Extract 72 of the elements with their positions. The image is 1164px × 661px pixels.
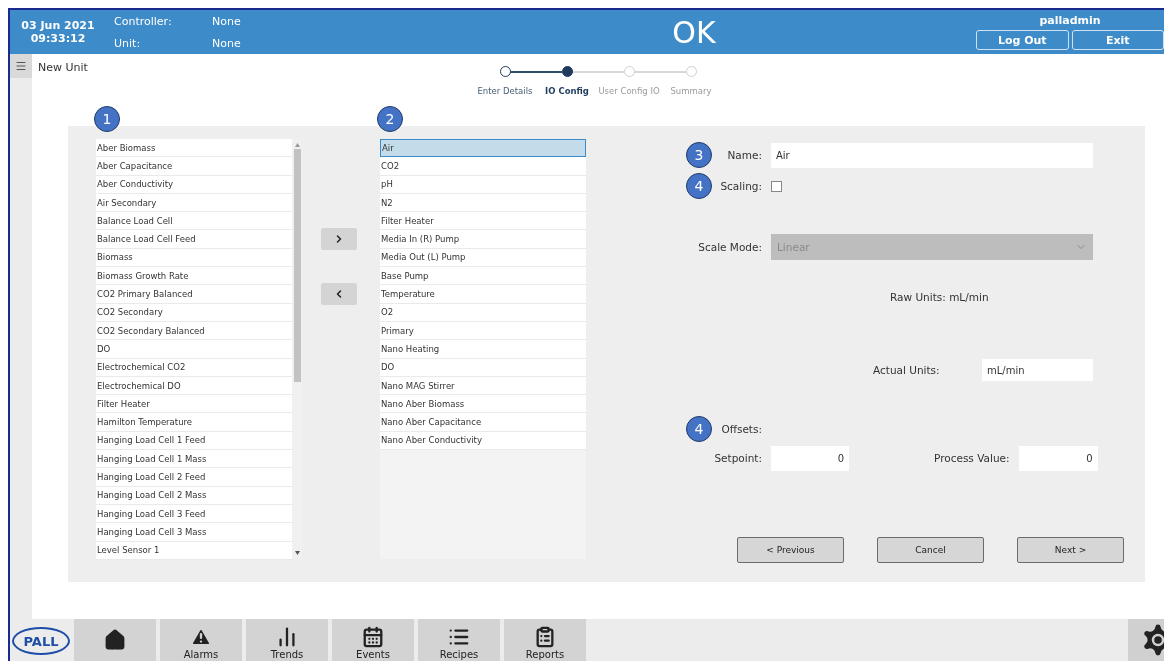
calendar-icon [362,626,384,648]
scroll-up-icon[interactable] [294,143,300,147]
next-button[interactable]: Next > [1017,537,1124,563]
step-badge: 4 [686,416,712,442]
list-item[interactable]: Biomass Growth Rate [96,267,292,286]
list-icon [448,626,470,648]
list-item[interactable]: Media In (R) Pump [380,230,586,249]
menu-icon [15,60,27,72]
nav-button[interactable]: Recipes [418,619,500,661]
list-item[interactable]: DO [96,340,292,359]
unit-value: None [212,36,242,50]
nav-button[interactable]: Reports [504,619,586,661]
step-label[interactable]: Enter Details [477,86,533,96]
setpoint-label: Setpoint: [714,452,762,464]
step-badge: 4 [686,173,712,199]
step-label[interactable]: IO Config [545,86,589,96]
list-item[interactable]: Nano Aber Biomass [380,395,586,414]
nav-button[interactable] [74,619,156,661]
list-item[interactable]: Balance Load Cell [96,212,292,231]
list-item[interactable]: Nano Aber Capacitance [380,413,586,432]
offsets-label: Offsets: [721,423,762,435]
settings-button[interactable] [1128,619,1164,661]
list-item[interactable]: CO2 [380,157,586,176]
unit-label: Unit: [114,36,142,50]
time: 09:33:12 [30,32,86,45]
list-item[interactable]: Hanging Load Cell 1 Mass [96,450,292,469]
menu-button[interactable] [10,54,32,78]
list-item[interactable]: Air [380,139,586,158]
list-item[interactable]: Nano Heating [380,340,586,359]
date: 03 Jun 2021 [21,19,95,32]
status-text: OK [672,14,716,50]
bar-chart-icon [276,626,298,648]
step-badge: 2 [377,106,403,132]
name-field[interactable]: Air [771,142,1093,168]
name-label: Name: [727,149,762,161]
cancel-button[interactable]: Cancel [877,537,984,563]
controller-value: None [212,14,242,28]
logo: PALL [12,627,70,655]
user-name: palladmin [1039,14,1101,27]
previous-button[interactable]: < Previous [737,537,844,563]
list-item[interactable]: Hanging Load Cell 3 Mass [96,523,292,542]
list-item[interactable]: Base Pump [380,267,586,286]
process-value-label: Process Value: [934,452,1010,464]
clipboard-icon [534,626,556,648]
setpoint-field[interactable]: 0 [771,445,849,471]
step-badge: 1 [94,106,120,132]
home-icon [104,628,126,651]
scale-mode-label: Scale Mode: [698,241,762,253]
list-item[interactable]: Filter Heater [380,212,586,231]
list-item[interactable]: Filter Heater [96,395,292,414]
list-item[interactable]: Hanging Load Cell 2 Feed [96,468,292,487]
list-item[interactable]: Hamilton Temperature [96,413,292,432]
step-badge: 3 [686,142,712,168]
scaling-label: Scaling: [720,180,762,192]
list-item[interactable]: Balance Load Cell Feed [96,230,292,249]
list-item[interactable]: Aber Capacitance [96,157,292,176]
process-value-field[interactable]: 0 [1018,445,1098,471]
raw-units-text: Raw Units: mL/min [890,291,989,303]
log-out-button[interactable]: Log Out [976,30,1069,50]
actual-units-label: Actual Units: [873,364,940,376]
list-item[interactable]: Temperature [380,285,586,304]
controller-label: Controller: [114,14,173,28]
scroll-down-icon[interactable] [294,551,300,555]
list-item[interactable]: CO2 Primary Balanced [96,285,292,304]
page-title: New Unit [38,61,88,75]
scaling-checkbox[interactable] [771,180,782,192]
nav-button[interactable]: Trends [246,619,328,661]
nav-button[interactable]: Events [332,619,414,661]
nav-button[interactable]: Alarms [160,619,242,661]
list-item[interactable]: Aber Biomass [96,139,292,158]
actual-units-field[interactable]: mL/min [982,359,1093,381]
exit-button[interactable]: Exit [1071,30,1164,50]
